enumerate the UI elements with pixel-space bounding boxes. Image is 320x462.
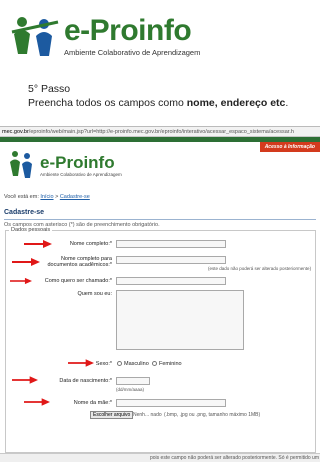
breadcrumb-separator: > — [55, 194, 59, 200]
file-hint: (.bmp, .jpg ou .png, tamanho máximo 1MB) — [164, 412, 261, 418]
nome-docs-label-line2: documentos acadêmicos:* — [47, 262, 112, 268]
browser-screenshot: mec.gov.br/eproinfo/web/main.jsp?url=htt… — [0, 126, 320, 462]
status-tip: pois este campo não poderá ser alterado … — [150, 455, 320, 461]
data-nasc-hint: (dd/mm/aaaa) — [116, 387, 145, 392]
nome-completo-label: Nome completo:* — [69, 241, 112, 247]
quem-sou-label: Quem sou eu: — [77, 291, 112, 297]
access-info-link[interactable]: Acesso à Informação — [259, 142, 320, 152]
breadcrumb-current-link[interactable]: Cadastre-se — [60, 194, 90, 200]
como-chamado-label: Como quero ser chamado:* — [44, 278, 112, 284]
people-logo-icon — [11, 17, 59, 56]
instruction-bold: nome, endereço etc — [186, 97, 286, 109]
masculino-radio[interactable] — [117, 361, 122, 366]
site-logo-title: e-Proinfo — [40, 153, 115, 172]
como-chamado-input[interactable] — [116, 277, 226, 285]
nome-docs-label: Nome completo para documentos acadêmicos… — [26, 256, 112, 268]
data-nasc-label: Data de nascimento:* — [59, 378, 112, 384]
logo-subtitle: Ambiente Colaborativo de Aprendizagem — [64, 48, 201, 57]
fieldset-legend: Dados pessoais — [9, 227, 53, 233]
address-path: /eproinfo/web/main.jsp?url=http://e-proi… — [28, 129, 294, 135]
breadcrumb: Você está em: Início > Cadastre-se — [4, 194, 90, 200]
address-bar[interactable]: mec.gov.br/eproinfo/web/main.jsp?url=htt… — [0, 127, 320, 137]
step-title: 5° Passo — [28, 83, 71, 95]
status-bar: pois este campo não poderá ser alterado … — [0, 453, 320, 462]
site-logo-icon — [10, 151, 32, 178]
nome-mae-label: Nome da mãe:* — [73, 400, 112, 406]
file-name-text: Nenh... nado — [133, 412, 162, 418]
title-divider — [4, 219, 316, 220]
instruction-prefix: Preencha todos os campos como — [28, 97, 187, 109]
step-instructions: 5° Passo Preencha todos os campos como n… — [28, 82, 288, 110]
breadcrumb-prefix: Você está em: — [4, 194, 39, 200]
feminino-radio[interactable] — [152, 361, 157, 366]
personal-data-fieldset: Dados pessoais Nome completo:* Nome comp… — [5, 227, 316, 453]
site-logo-subtitle: Ambiente Colaborativo de Aprendizagem — [40, 172, 122, 177]
instruction-suffix: . — [285, 97, 289, 109]
address-domain: mec.gov.br — [2, 129, 29, 135]
choose-file-button[interactable]: Escolher arquivo — [90, 411, 134, 419]
nome-completo-input[interactable] — [116, 240, 226, 248]
logo-title: e-Proinfo — [64, 14, 192, 47]
breadcrumb-home-link[interactable]: Início — [40, 194, 53, 200]
nome-mae-input[interactable] — [116, 399, 226, 407]
page-title: Cadastre-se — [4, 209, 45, 216]
nome-docs-hint: (este dado não poderá ser alterado poste… — [208, 266, 312, 271]
feminino-label: Feminino — [159, 361, 182, 367]
sexo-label: Sexo:* — [95, 361, 112, 367]
nome-docs-input[interactable] — [116, 256, 226, 264]
slide-header: e-Proinfo Ambiente Colaborativo de Apren… — [0, 0, 320, 74]
step-instruction: Preencha todos os campos como nome, ende… — [28, 96, 288, 110]
masculino-label: Masculino — [124, 361, 149, 367]
data-nasc-input[interactable] — [116, 377, 150, 385]
quem-sou-textarea[interactable] — [116, 290, 244, 350]
